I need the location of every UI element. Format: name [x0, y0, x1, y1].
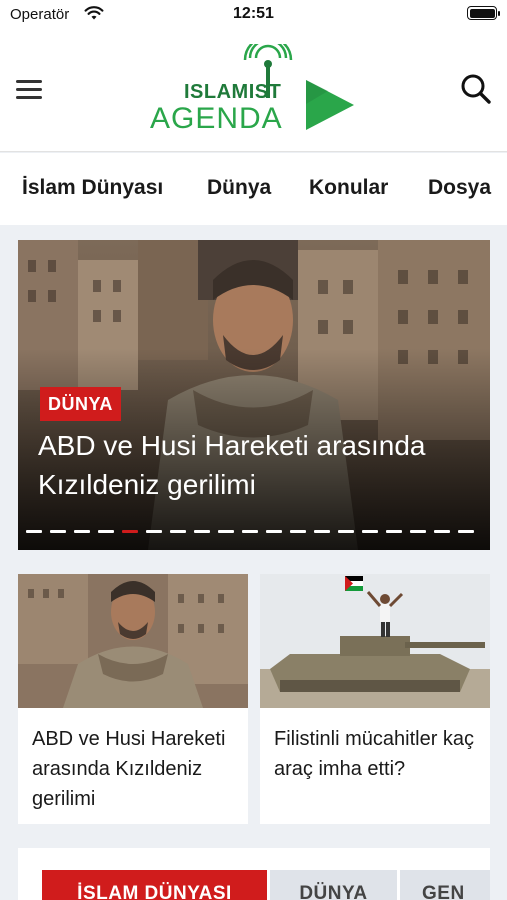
slider-dot[interactable] — [74, 530, 90, 533]
slider-dot[interactable] — [146, 530, 162, 533]
category-nav: İslam Dünyası Dünya Konular Dosya — [0, 153, 507, 225]
category-dunya[interactable]: Dünya — [207, 176, 271, 200]
tab-gen[interactable]: GEN — [400, 870, 490, 900]
news-card-title[interactable]: ABD ve Husi Hareketi arasında Kızıldeniz… — [32, 724, 238, 814]
slider-dot[interactable] — [314, 530, 330, 533]
app-header: ISLAMIST AGENDA — [0, 30, 507, 152]
slider-dot[interactable] — [458, 530, 474, 533]
slider-dot[interactable] — [362, 530, 378, 533]
search-icon[interactable] — [459, 72, 493, 106]
slider-dot[interactable] — [218, 530, 234, 533]
tab-dunya[interactable]: DÜNYA — [270, 870, 397, 900]
slider-dot[interactable] — [434, 530, 450, 533]
logo-text-bottom: AGENDA — [150, 102, 283, 135]
hamburger-menu-icon[interactable] — [16, 78, 44, 102]
slider-dot[interactable] — [122, 530, 138, 533]
slider-dot[interactable] — [386, 530, 402, 533]
category-konular[interactable]: Konular — [309, 176, 388, 200]
slider-dot[interactable] — [194, 530, 210, 533]
news-card-image — [260, 574, 490, 708]
hero-category-badge[interactable]: DÜNYA — [40, 387, 121, 421]
hero-slider[interactable]: DÜNYA ABD ve Husi Hareketi arasında Kızı… — [18, 240, 490, 550]
category-islam-dunyasi[interactable]: İslam Dünyası — [22, 176, 163, 200]
slider-dot[interactable] — [26, 530, 42, 533]
islamist-agenda-logo[interactable]: ISLAMIST AGENDA — [150, 44, 356, 136]
category-dosya[interactable]: Dosya — [428, 176, 491, 200]
hero-title[interactable]: ABD ve Husi Hareketi arasında Kızıldeniz… — [38, 426, 478, 504]
news-card[interactable]: ABD ve Husi Hareketi arasında Kızıldeniz… — [18, 574, 248, 824]
section-tabs: İSLAM DÜNYASI DÜNYA GEN — [18, 848, 490, 900]
tab-islam-dunyasi[interactable]: İSLAM DÜNYASI — [42, 870, 267, 900]
news-card-image — [18, 574, 248, 708]
slider-dot[interactable] — [98, 530, 114, 533]
battery-icon — [467, 6, 500, 20]
news-card[interactable]: Filistinli mücahitler kaç araç imha etti… — [260, 574, 490, 824]
status-bar: Operatör 12:51 — [0, 0, 507, 30]
slider-pagination — [26, 530, 482, 534]
slider-dot[interactable] — [50, 530, 66, 533]
slider-dot[interactable] — [170, 530, 186, 533]
slider-dot[interactable] — [266, 530, 282, 533]
slider-dot[interactable] — [410, 530, 426, 533]
slider-dot[interactable] — [290, 530, 306, 533]
slider-dot[interactable] — [242, 530, 258, 533]
slider-dot[interactable] — [338, 530, 354, 533]
logo-text-top: ISLAMIST — [184, 81, 282, 103]
news-card-title[interactable]: Filistinli mücahitler kaç araç imha etti… — [274, 724, 480, 784]
clock: 12:51 — [233, 5, 274, 22]
